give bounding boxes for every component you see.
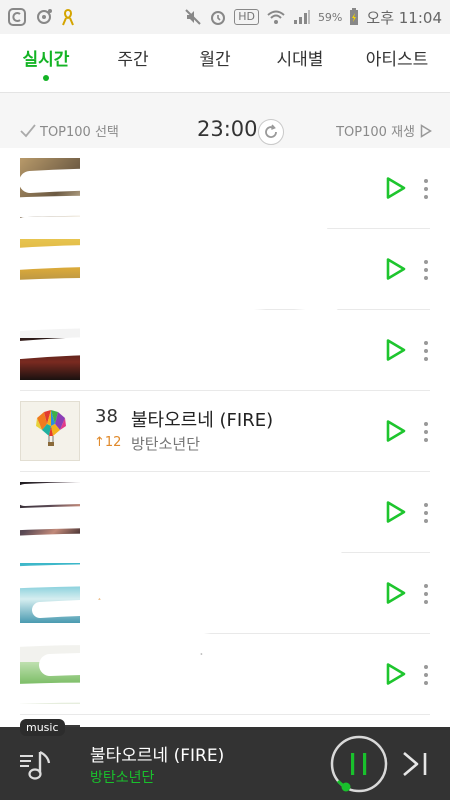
- chart-tabs: 실시간 주간 월간 시대별 아티스트: [0, 34, 450, 92]
- play-icon[interactable]: [383, 257, 407, 281]
- top100-select-button[interactable]: TOP100 선택: [20, 121, 119, 140]
- play-outline-icon: [420, 123, 432, 138]
- top100-play-button[interactable]: TOP100 재생: [336, 121, 432, 140]
- status-time: 오후 11:04: [366, 8, 442, 27]
- album-art: [20, 644, 80, 704]
- refresh-icon: [265, 124, 277, 138]
- album-art: [20, 158, 80, 218]
- battery-charging-icon: [349, 8, 359, 26]
- battery-percent: 59%: [317, 10, 343, 24]
- list-item[interactable]: [0, 472, 450, 553]
- tab-label: 시대별: [276, 50, 324, 70]
- album-art: [20, 239, 80, 299]
- alarm-icon: [209, 8, 227, 26]
- album-art: [20, 482, 80, 542]
- now-playing-title: 불타오르네 (FIRE): [90, 746, 225, 766]
- check-icon: [20, 123, 36, 137]
- top100-select-label: TOP100 선택: [40, 125, 119, 140]
- list-item[interactable]: [0, 310, 450, 391]
- more-options-icon[interactable]: [419, 662, 433, 688]
- signal-icon: [293, 9, 311, 25]
- play-icon[interactable]: [383, 581, 407, 605]
- pause-button[interactable]: [330, 735, 388, 793]
- top100-play-label: TOP100 재생: [336, 125, 415, 140]
- song-title: …너는 건: [131, 653, 205, 674]
- play-icon[interactable]: [383, 176, 407, 200]
- wifi-icon: [266, 9, 286, 25]
- list-item[interactable]: [0, 148, 450, 229]
- status-left-icons: [8, 8, 74, 26]
- more-options-icon[interactable]: [419, 500, 433, 526]
- hot-air-balloon-art: [36, 410, 66, 446]
- song-rank: 36: [95, 244, 118, 265]
- status-right-icons: HD 59% 오후 11:04: [184, 7, 442, 28]
- circle-app-icon: [8, 8, 26, 26]
- active-tab-dot: [43, 75, 49, 81]
- tab-weekly[interactable]: 주간: [92, 34, 174, 92]
- album-art: [20, 401, 80, 461]
- play-icon[interactable]: [383, 338, 407, 362]
- more-options-icon[interactable]: [419, 581, 433, 607]
- tab-realtime[interactable]: 실시간: [0, 34, 92, 92]
- album-art: [20, 320, 80, 380]
- tab-artist[interactable]: 아티스트: [344, 34, 450, 92]
- music-badge: music: [20, 719, 65, 736]
- tab-by-era[interactable]: 시대별: [256, 34, 344, 92]
- more-options-icon[interactable]: [419, 257, 433, 283]
- settings-cog-icon: [35, 8, 53, 26]
- hd-icon: HD: [234, 9, 259, 25]
- play-icon[interactable]: [383, 500, 407, 524]
- album-art: [20, 563, 80, 623]
- tab-label: 월간: [199, 50, 231, 70]
- tab-label: 주간: [117, 50, 149, 70]
- now-playing-artist: 방탄소년단: [90, 770, 155, 786]
- list-item[interactable]: …너는 건: [0, 634, 450, 715]
- more-options-icon[interactable]: [419, 419, 433, 445]
- rank-change: ↑12: [94, 435, 122, 450]
- song-artist: 방탄소년단: [131, 435, 201, 453]
- play-icon[interactable]: [383, 419, 407, 443]
- ribbon-icon: [62, 8, 74, 26]
- tab-label: 아티스트: [365, 50, 429, 70]
- tab-monthly[interactable]: 월간: [174, 34, 256, 92]
- play-icon[interactable]: [383, 662, 407, 686]
- list-item[interactable]: 36: [0, 229, 450, 310]
- playlist-button[interactable]: [0, 727, 72, 800]
- list-item[interactable]: ↑: [0, 553, 450, 634]
- mute-icon: [184, 8, 202, 26]
- chart-time: 23:00: [197, 117, 258, 141]
- song-rank: 38: [95, 406, 118, 427]
- rank-change: ↑: [94, 597, 105, 612]
- song-title: 불타오르네 (FIRE): [131, 410, 274, 431]
- mini-player[interactable]: music 불타오르네 (FIRE) 방탄소년단: [0, 719, 450, 800]
- status-bar: HD 59% 오후 11:04: [0, 0, 450, 34]
- more-options-icon[interactable]: [419, 338, 433, 364]
- next-track-icon[interactable]: [401, 749, 429, 779]
- more-options-icon[interactable]: [419, 176, 433, 202]
- list-item[interactable]: 38 불타오르네 (FIRE) ↑12 방탄소년단: [0, 391, 450, 472]
- playlist-note-icon: [20, 750, 51, 780]
- refresh-button[interactable]: [258, 119, 284, 145]
- tab-label: 실시간: [22, 50, 70, 70]
